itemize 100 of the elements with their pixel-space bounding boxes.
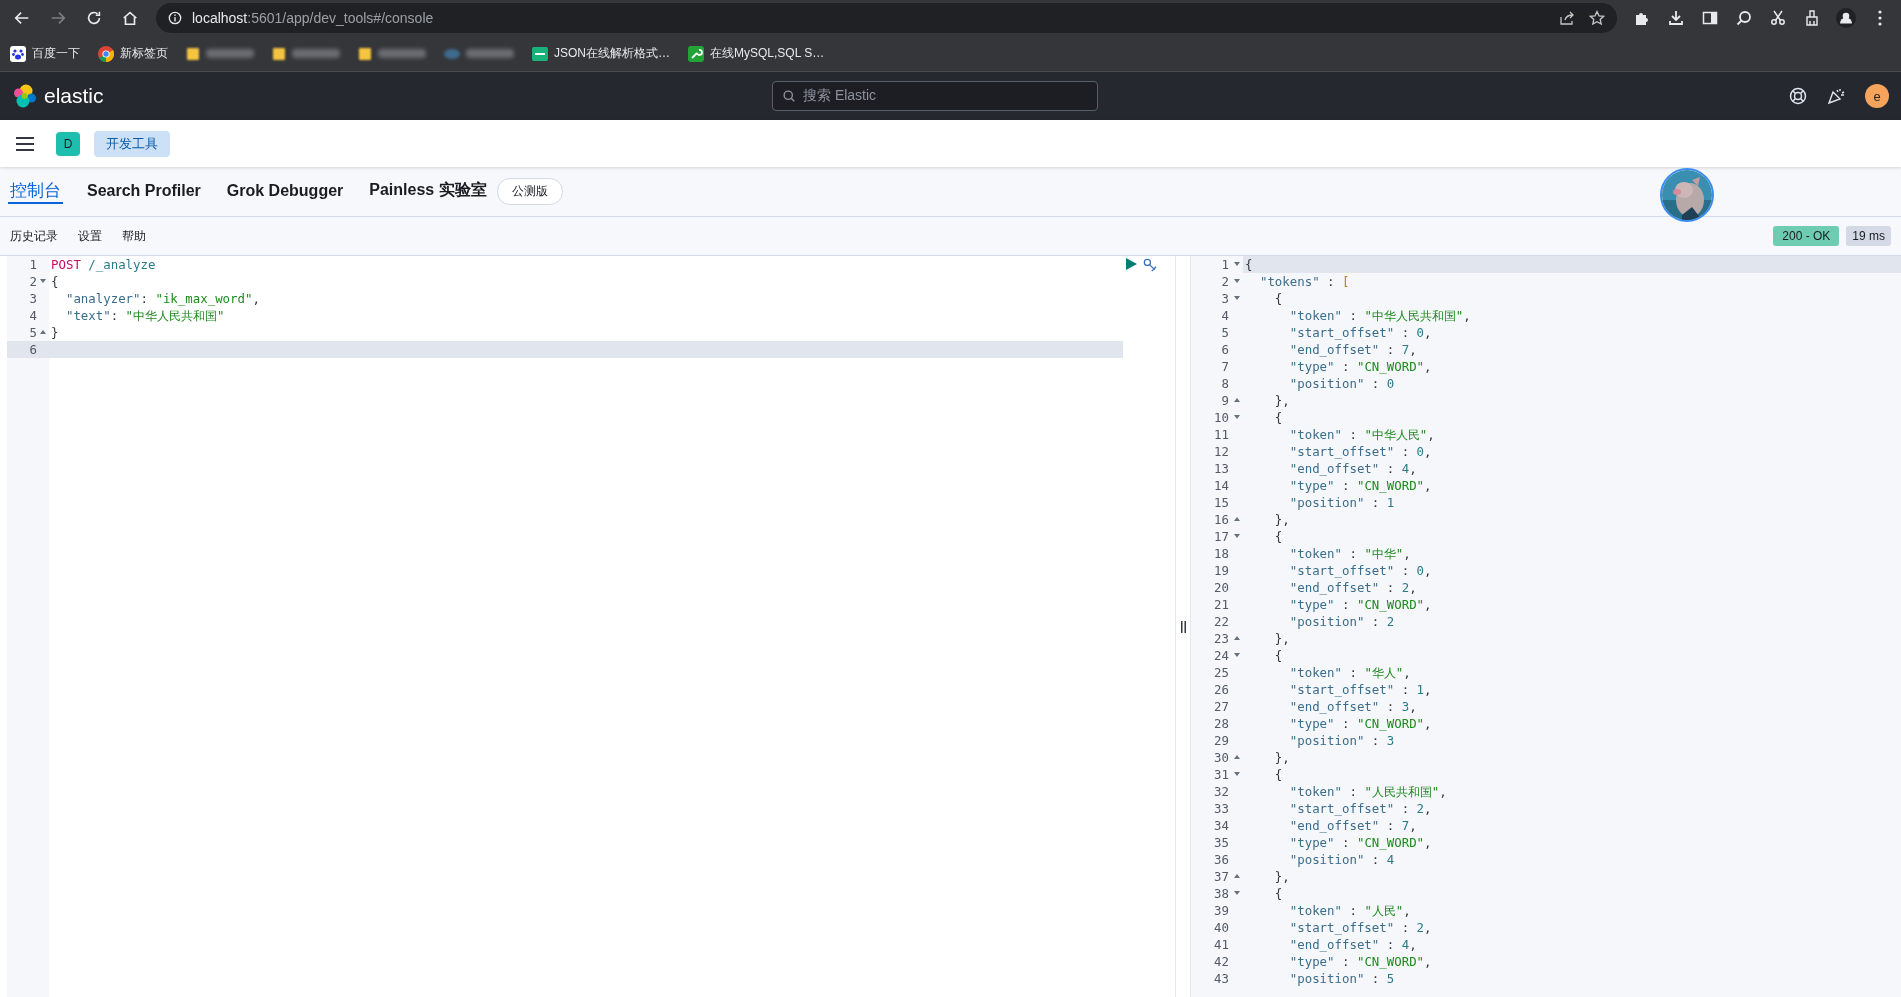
code-line: "position" : 0 [1288,375,1396,392]
code-line: "position" : 1 [1288,494,1396,511]
breadcrumb[interactable]: 开发工具 [94,130,170,157]
fold-arrow-icon[interactable] [1234,653,1240,657]
code-line: "start_offset" : 0, [1288,443,1433,460]
sidebar-icon[interactable] [1702,10,1718,26]
code-line: "type" : "CN_WORD", [1288,953,1433,970]
tab[interactable]: Painless 实验室 [367,180,489,203]
fold-arrow-icon[interactable] [1234,262,1240,266]
code-line: POST /_analyze [50,256,157,273]
fold-arrow-icon[interactable] [1234,534,1240,538]
fold-arrow-icon[interactable] [1234,772,1240,776]
elastic-logo-icon[interactable] [12,83,38,109]
code-line: "analyzer": "ik_max_word", [64,290,261,307]
code-line: { [1273,290,1284,307]
fold-arrow-icon[interactable] [1234,874,1240,878]
line-number: 5 [7,324,49,341]
party-popper-icon[interactable] [1827,87,1845,105]
code-line: }, [1273,749,1291,766]
code-line: "end_offset" : 4, [1288,936,1418,953]
code-line: "start_offset" : 2, [1288,919,1433,936]
code-line: "position" : 2 [1288,613,1396,630]
fold-arrow-icon[interactable] [1234,415,1240,419]
toolbar-link[interactable]: 历史记录 [10,227,58,245]
search-field[interactable]: 搜索 Elastic [772,81,1098,111]
fold-arrow-icon[interactable] [40,330,46,334]
json-icon [532,46,548,61]
code-line: "end_offset" : 4, [1288,460,1418,477]
fold-arrow-icon[interactable] [1234,517,1240,521]
code-line: }, [1273,630,1291,647]
puzzle-icon[interactable] [1634,10,1650,26]
help-icon[interactable] [1789,87,1807,105]
bookmark[interactable]: 在线MySQL,SQL S… [688,45,825,62]
fold-arrow-icon[interactable] [1234,296,1240,300]
address-bar[interactable]: localhost:5601/app/dev_tools#/console [156,3,1617,33]
code-line: "end_offset" : 3, [1288,698,1418,715]
code-line: "token" : "人民", [1288,902,1412,919]
fold-arrow-icon[interactable] [1234,398,1240,402]
play-icon[interactable] [1126,258,1137,270]
fold-arrow-icon[interactable] [1234,279,1240,283]
code-line: "type" : "CN_WORD", [1288,596,1433,613]
code-line: { [1273,528,1284,545]
code-line: { [1273,409,1284,426]
bookmark[interactable]: 新标签页 [98,45,168,62]
bookmark[interactable]: JSON在线解析格式… [532,45,670,62]
fold-arrow-icon[interactable] [1234,636,1240,640]
more-menu-icon[interactable] [1878,10,1882,26]
code-line: "start_offset" : 2, [1288,800,1433,817]
star-icon[interactable] [1589,10,1605,26]
space-avatar[interactable]: D [56,131,80,156]
line-number: 1 [7,256,49,273]
scissors-icon[interactable] [1770,10,1786,26]
search-icon[interactable] [1736,10,1752,26]
folder-icon [272,45,286,62]
beta-badge: 公测版 [496,178,563,205]
tab[interactable]: Search Profiler [85,181,203,202]
toolbar-link[interactable]: 设置 [78,227,102,245]
status-badge: 200 - OK [1773,226,1840,246]
back-arrow-icon [13,9,31,27]
tab[interactable]: Grok Debugger [224,181,346,202]
folder-icon [358,45,372,62]
code-line: "end_offset" : 7, [1288,341,1418,358]
profile-icon[interactable] [1836,8,1856,28]
url-text: localhost:5601/app/dev_tools#/console [192,10,434,26]
fold-arrow-icon[interactable] [1234,891,1240,895]
logo-text[interactable]: elastic [44,84,104,108]
code-line: "start_offset" : 0, [1288,324,1433,341]
code-line: "token" : "人民共和国", [1288,783,1448,800]
forward-arrow-icon [49,9,67,27]
toolbar-link[interactable]: 帮助 [122,227,146,245]
code-line: "type" : "CN_WORD", [1288,477,1433,494]
code-line: { [1273,766,1284,783]
code-line: { [1273,647,1284,664]
menu-icon[interactable] [16,136,34,151]
fold-arrow-icon[interactable] [40,279,46,283]
duration-badge: 19 ms [1846,226,1891,246]
user-avatar[interactable]: e [1865,84,1889,108]
code-line: "token" : "中华人民", [1288,426,1436,443]
tab[interactable]: 控制台 [8,179,63,204]
code-line: "text": "中华人民共和国" [64,307,226,324]
code-line: "position" : 3 [1288,732,1396,749]
code-line: } [50,324,60,341]
code-line: "start_offset" : 0, [1288,562,1433,579]
paw-icon [10,45,26,62]
code-line: "token" : "中华", [1288,545,1412,562]
code-line: "token" : "中华人民共和国", [1288,307,1472,324]
code-line: }, [1273,511,1291,528]
code-line: "end_offset" : 7, [1288,817,1418,834]
code-line: "end_offset" : 2, [1288,579,1418,596]
share-icon[interactable] [1559,10,1575,26]
code-line: "type" : "CN_WORD", [1288,358,1433,375]
info-icon[interactable] [168,11,182,25]
download-icon[interactable] [1668,10,1684,26]
bookmark[interactable]: 百度一下 [10,45,80,62]
code-line: "position" : 4 [1288,851,1396,868]
code-line: "type" : "CN_WORD", [1288,834,1433,851]
fold-arrow-icon[interactable] [1234,755,1240,759]
resize-handle-icon[interactable] [1180,620,1186,633]
code-line: "start_offset" : 1, [1288,681,1433,698]
line-number: 2 [7,273,49,290]
